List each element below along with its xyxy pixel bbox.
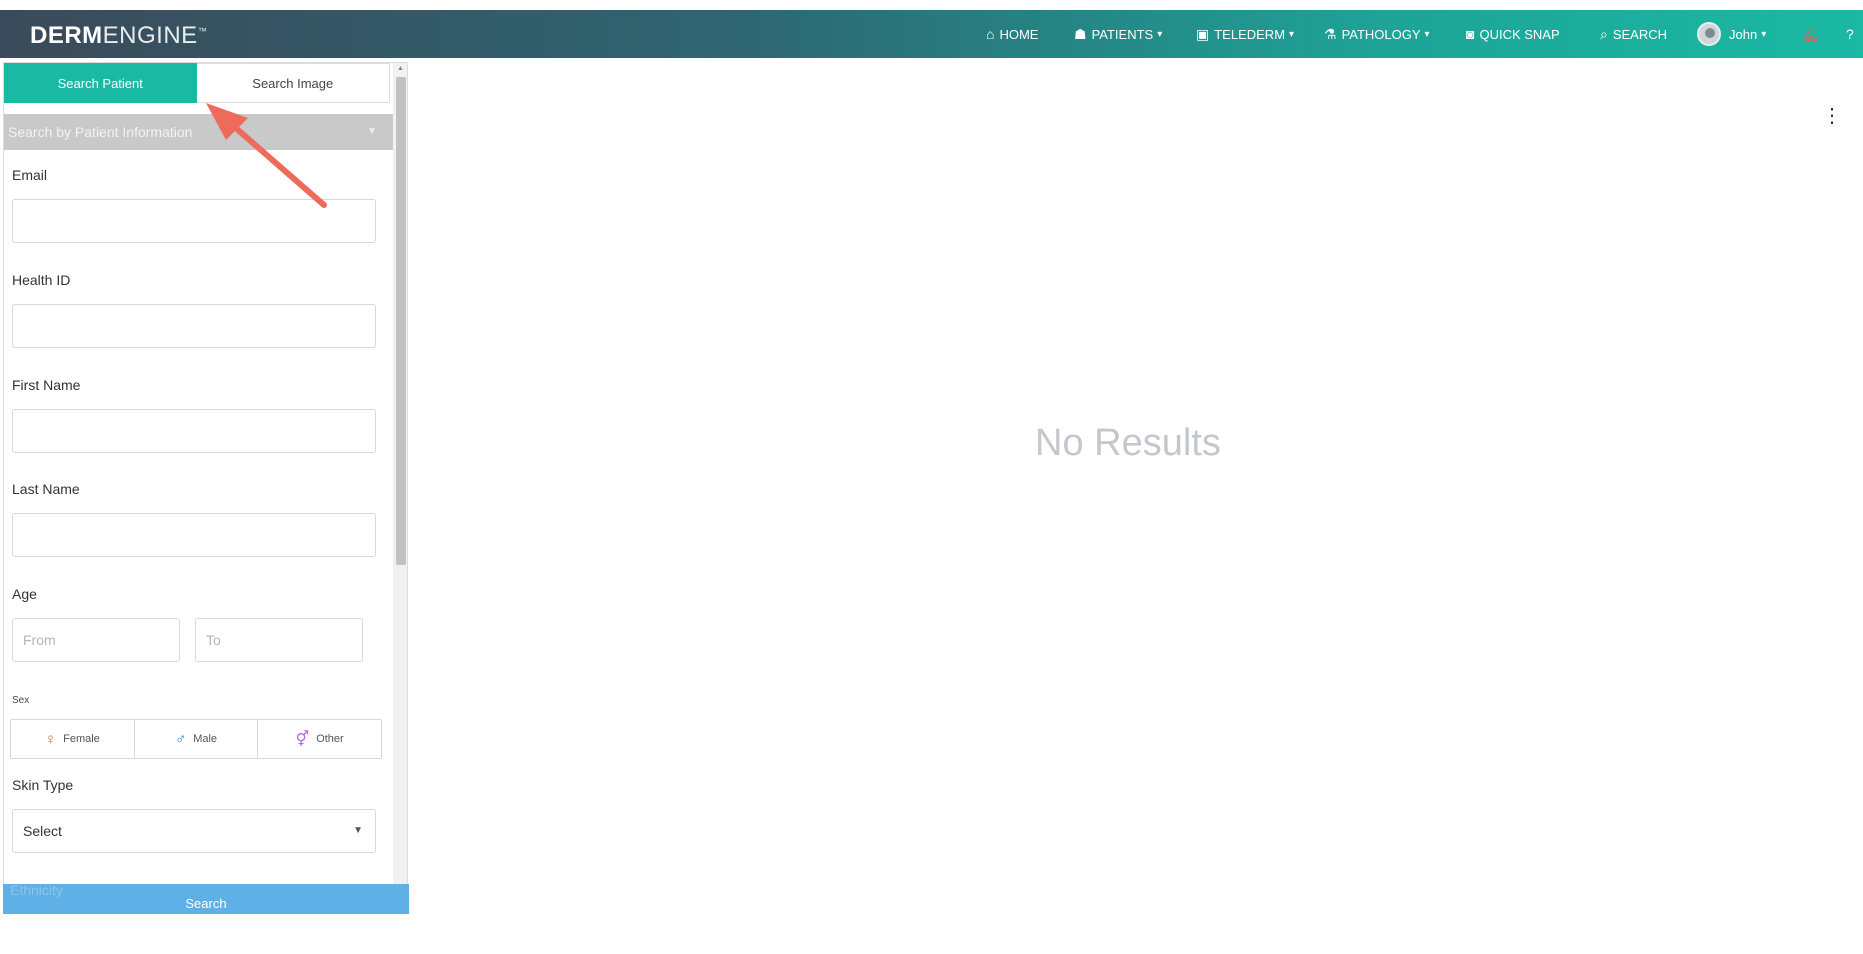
age-to-field[interactable]	[195, 618, 363, 662]
age-label: Age	[12, 586, 37, 602]
skin-type-label: Skin Type	[12, 777, 74, 793]
chevron-down-icon: ▼	[353, 825, 363, 836]
brand-logo[interactable]: DERMENGINE™	[30, 22, 207, 50]
nav-patients-label: PATIENTS	[1091, 26, 1154, 42]
brand-tm: ™	[197, 26, 208, 36]
nav-notifications[interactable]: 🔔︎	[1802, 10, 1825, 58]
nav-home[interactable]: ⌂ HOME	[986, 10, 1038, 58]
sex-selector: ♀ Female ♂ Male ⚥ Other	[10, 719, 382, 759]
chevron-down-icon: ▾	[1761, 28, 1767, 40]
sex-option-label: Female	[63, 733, 100, 745]
email-field[interactable]	[12, 199, 376, 243]
home-icon: ⌂	[986, 26, 995, 42]
tab-search-image[interactable]: Search Image	[196, 63, 390, 103]
avatar	[1697, 22, 1721, 46]
health-id-label: Health ID	[12, 272, 71, 288]
nav-quick-snap-label: QUICK SNAP	[1479, 26, 1560, 42]
nav-telederm-label: TELEDERM	[1214, 26, 1286, 42]
nav-home-label: HOME	[999, 26, 1039, 42]
brand-bold-text: DERM	[30, 22, 103, 49]
search-button[interactable]: Search	[3, 884, 409, 914]
app-root: DERMENGINE™ ⌂ HOME ☗ PATIENTS ▾ ▣ TELEDERM ▾ …	[0, 0, 1863, 954]
first-name-field[interactable]	[12, 409, 376, 453]
chevron-down-icon: ▾	[1424, 28, 1430, 40]
email-label: Email	[12, 167, 48, 183]
female-figure-icon: ♀	[44, 730, 57, 748]
nav-patients[interactable]: ☗ PATIENTS ▾	[1074, 10, 1162, 58]
nav-pathology[interactable]: ⚗ PATHOLOGY ▾	[1324, 10, 1430, 58]
brand-light-text: ENGINE	[102, 22, 198, 49]
nav-telederm[interactable]: ▣ TELEDERM ▾	[1196, 10, 1294, 58]
patients-icon: ☗	[1074, 25, 1087, 42]
nav-user-label: John	[1729, 26, 1758, 42]
chevron-down-icon: ▼	[367, 126, 377, 137]
camera-icon: ◙	[1466, 26, 1475, 42]
section-header-patient-info[interactable]: Search by Patient Information ▼	[4, 114, 393, 150]
first-name-label: First Name	[12, 377, 81, 393]
nav-search-label: SEARCH	[1612, 26, 1668, 42]
kebab-menu-icon[interactable]: ⋮	[1822, 106, 1842, 126]
section-header-label: Search by Patient Information	[8, 124, 193, 140]
nav-user-menu[interactable]: John ▾	[1697, 10, 1766, 58]
other-figure-icon: ⚥	[295, 731, 310, 748]
sex-option-male[interactable]: ♂ Male	[135, 720, 259, 758]
sex-label: Sex	[12, 695, 30, 706]
sex-option-label: Other	[316, 733, 344, 745]
health-id-field[interactable]	[12, 304, 376, 348]
last-name-field[interactable]	[12, 513, 376, 557]
nav-search[interactable]: ⌕ SEARCH	[1600, 10, 1667, 58]
skin-type-value: Select	[23, 823, 62, 839]
nav-help[interactable]: ?	[1846, 10, 1859, 58]
sex-option-label: Male	[193, 733, 218, 745]
no-results-text: No Results	[1035, 422, 1221, 464]
ethnicity-label: Ethnicity	[10, 882, 63, 898]
microscope-icon: ⚗	[1324, 25, 1337, 42]
tab-search-patient[interactable]: Search Patient	[4, 63, 197, 103]
top-navbar: DERMENGINE™ ⌂ HOME ☗ PATIENTS ▾ ▣ TELEDERM ▾ …	[0, 10, 1863, 58]
search-panel: Search Patient Search Image Search by Pa…	[3, 62, 408, 914]
telederm-icon: ▣	[1196, 25, 1210, 42]
nav-quick-snap[interactable]: ◙ QUICK SNAP	[1466, 10, 1560, 58]
last-name-label: Last Name	[12, 481, 80, 497]
scrollbar-thumb[interactable]	[396, 77, 406, 565]
nav-pathology-label: PATHOLOGY	[1341, 26, 1421, 42]
search-icon: ⌕	[1600, 25, 1608, 42]
chevron-down-icon: ▾	[1289, 28, 1295, 40]
sex-option-other[interactable]: ⚥ Other	[258, 720, 381, 758]
bell-icon: 🔔︎	[1802, 25, 1820, 42]
search-tabs: Search Patient Search Image	[4, 63, 390, 103]
panel-scrollbar[interactable]: ▲	[393, 63, 407, 913]
sex-option-female[interactable]: ♀ Female	[11, 720, 135, 758]
help-icon: ?	[1846, 26, 1854, 42]
age-from-field[interactable]	[12, 618, 180, 662]
chevron-down-icon: ▾	[1157, 28, 1163, 40]
scroll-up-icon[interactable]: ▲	[397, 65, 404, 72]
male-figure-icon: ♂	[174, 730, 187, 748]
skin-type-select[interactable]: Select ▼	[12, 809, 376, 853]
